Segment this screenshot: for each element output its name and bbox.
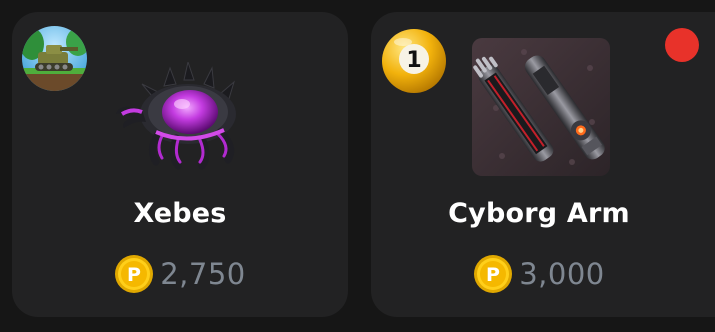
price-value: 3,000	[519, 257, 605, 291]
notification-dot	[665, 28, 699, 62]
price-value: 2,750	[160, 257, 246, 291]
svg-text:P: P	[486, 264, 500, 286]
purple-tentacle-creature-image	[112, 60, 260, 172]
item-name: Xebes	[133, 198, 227, 229]
price-row: P 3,000	[371, 254, 707, 294]
items-grid: Xebes P 2,750 1 Cyborg Arm P 3,000	[0, 0, 715, 332]
price-row: P 2,750	[12, 254, 348, 294]
svg-text:P: P	[127, 264, 141, 286]
item-card-cyborg-arm[interactable]: 1 Cyborg Arm P 3,000	[371, 12, 715, 317]
badge-number: 1	[406, 48, 421, 73]
item-name: Cyborg Arm	[448, 198, 630, 229]
cyborg-arm-thumbnail	[472, 38, 610, 176]
billiard-ball-one-icon: 1	[381, 28, 447, 94]
p-coin-icon: P	[474, 255, 513, 293]
item-card-xebes[interactable]: Xebes P 2,750	[12, 12, 348, 317]
p-coin-icon: P	[115, 255, 154, 293]
tank-game-icon	[22, 26, 87, 91]
